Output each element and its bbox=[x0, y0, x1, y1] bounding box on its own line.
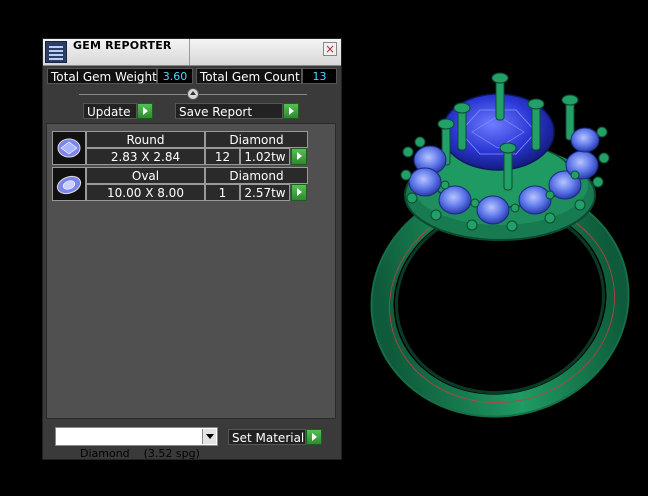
round-gem-icon bbox=[52, 131, 86, 165]
gem-list: Round Diamond 2.83 X 2.84 12 1.02tw Oval… bbox=[46, 123, 336, 419]
ring-3d-model[interactable] bbox=[360, 60, 648, 430]
gem-row-play-icon[interactable] bbox=[291, 184, 307, 201]
save-report-play-icon[interactable] bbox=[283, 103, 299, 119]
set-material-play-icon[interactable] bbox=[306, 429, 322, 445]
gem-material: Diamond bbox=[205, 131, 308, 148]
material-selected-value: Diamond (3.52 spg) bbox=[79, 447, 200, 460]
total-gem-count-value: 13 bbox=[302, 68, 337, 84]
3d-viewport[interactable]: GEM REPORTER × Total Gem Weight 3.60 Tot… bbox=[0, 0, 648, 487]
gem-reporter-logo-icon bbox=[45, 41, 67, 63]
set-material-button[interactable]: Set Material bbox=[228, 429, 306, 445]
gem-size: 10.00 X 8.00 bbox=[86, 184, 205, 201]
gem-shape: Oval bbox=[86, 167, 205, 184]
gem-shape: Round bbox=[86, 131, 205, 148]
gem-weight: 1.02tw bbox=[240, 148, 290, 165]
material-dropdown[interactable]: Diamond (3.52 spg) bbox=[55, 427, 218, 460]
chevron-down-icon[interactable] bbox=[202, 429, 216, 444]
title-divider bbox=[189, 39, 190, 65]
update-play-icon[interactable] bbox=[137, 103, 153, 119]
gem-weight: 2.57tw bbox=[240, 184, 290, 201]
gem-material: Diamond bbox=[205, 167, 308, 184]
gem-reporter-panel: GEM REPORTER × Total Gem Weight 3.60 Tot… bbox=[42, 38, 342, 460]
window-title: GEM REPORTER bbox=[73, 39, 172, 52]
gem-row[interactable]: Round Diamond 2.83 X 2.84 12 1.02tw bbox=[52, 131, 310, 165]
gem-row[interactable]: Oval Diamond 10.00 X 8.00 1 2.57tw bbox=[52, 167, 310, 201]
save-report-button[interactable]: Save Report bbox=[175, 103, 283, 119]
close-button[interactable]: × bbox=[323, 42, 337, 56]
gem-count: 1 bbox=[205, 184, 240, 201]
gem-row-play-icon[interactable] bbox=[291, 148, 307, 165]
collapse-toggle[interactable] bbox=[187, 88, 199, 100]
total-gem-count-label: Total Gem Count bbox=[196, 68, 302, 84]
oval-gem-icon bbox=[52, 167, 86, 201]
total-gem-weight-value: 3.60 bbox=[157, 68, 193, 84]
gem-size: 2.83 X 2.84 bbox=[86, 148, 205, 165]
total-gem-weight-label: Total Gem Weight bbox=[47, 68, 157, 84]
title-bar[interactable]: GEM REPORTER × bbox=[43, 39, 341, 66]
update-button[interactable]: Update bbox=[83, 103, 137, 119]
gem-count: 12 bbox=[205, 148, 240, 165]
